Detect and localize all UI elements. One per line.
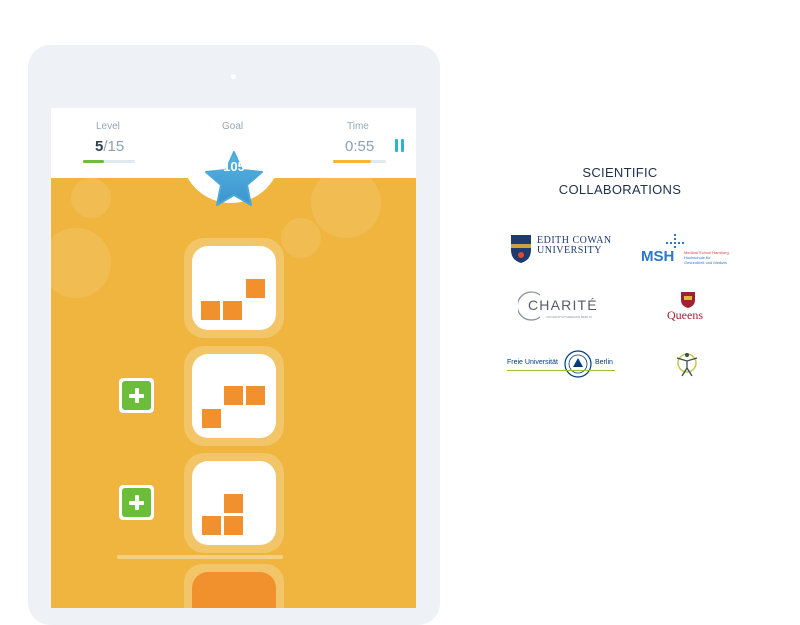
bg-bubble [51,228,111,298]
shape-tile-face [192,461,276,545]
logo-msh: MSH Medical School Hamburg Hochschule fü… [640,234,740,268]
answer-slot-fill [192,572,276,608]
logo-fu-berlin: Freie Universität Berlin [505,348,617,380]
fu-right: Berlin [595,359,613,366]
collaborations-title-line2: COLLABORATIONS [558,182,682,197]
shape-tile[interactable] [184,346,284,446]
shape-tile-face [192,246,276,330]
shape-block [224,516,243,535]
time-progress-fill [333,160,372,163]
level-label: Level [96,121,120,132]
figure-logo-icon [676,353,698,377]
fu-underline [507,370,615,371]
charite-name: CHARITÉ [528,297,598,313]
bg-bubble [71,178,111,218]
fu-left: Freie Universität [507,359,558,366]
fu-seal-icon [564,350,592,378]
charite-sub: UNIVERSITÄTSMEDIZIN BERLIN [546,315,592,319]
time-progress-bar [333,160,386,163]
level-progress-fill [83,160,104,163]
shape-block [224,494,243,513]
level-progress-bar [83,160,135,163]
level-total: /15 [103,138,125,155]
shape-block [202,516,221,535]
queens-name: Queens [667,308,703,322]
plus-icon [122,381,151,410]
answer-slot[interactable] [184,564,284,608]
logo-queens: Queens [662,290,714,324]
shape-block [246,386,265,405]
add-button[interactable] [119,485,154,520]
add-button[interactable] [119,378,154,413]
msh-sub3: Gesundheit und Medizin [684,260,728,265]
crest-icon [511,235,531,263]
logo-figure [674,349,700,379]
level-value: 5/15 [95,138,124,155]
pause-icon[interactable] [395,139,405,152]
msh-name: MSH [641,248,675,265]
game-screen: Level 5/15 Goal Time 0:55 105 [51,108,416,608]
goal-value: 105 [223,159,245,174]
shape-block [223,301,242,320]
shape-block [224,386,243,405]
time-label: Time [347,121,369,132]
shape-tile[interactable] [184,238,284,338]
shape-block [201,301,220,320]
shape-tile[interactable] [184,453,284,553]
plus-icon [122,488,151,517]
collaborations-title-line1: SCIENTIFIC [582,165,658,180]
tablet-camera [231,74,236,79]
collaborations-title: SCIENTIFIC COLLABORATIONS [540,164,700,198]
shape-block [202,409,221,428]
time-value: 0:55 [345,138,375,155]
msh-cross-icon [666,234,684,248]
logo-charite: CHARITÉ UNIVERSITÄTSMEDIZIN BERLIN [518,290,608,324]
queens-crest-icon [681,292,695,308]
goal-label: Goal [222,121,244,132]
ecu-line2: UNIVERSITY [537,245,602,256]
bg-bubble [311,168,381,238]
shape-tile-face [192,354,276,438]
shape-block [246,279,265,298]
bg-bubble [281,218,321,258]
logo-edith-cowan: EDITH COWAN UNIVERSITY [510,232,620,266]
divider [117,555,283,559]
